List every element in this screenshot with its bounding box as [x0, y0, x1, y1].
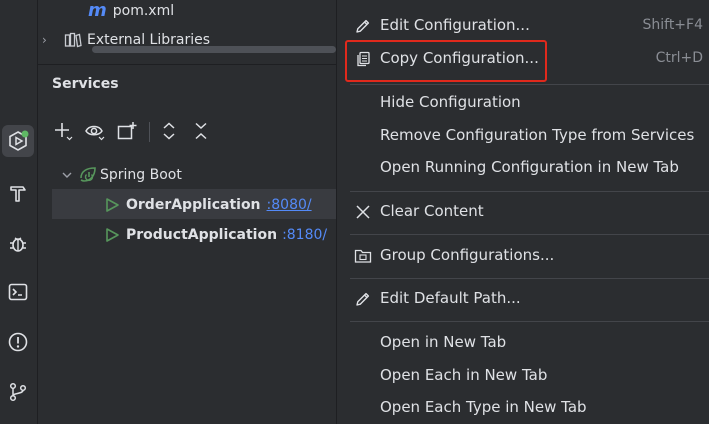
- order-application-name: OrderApplication: [126, 197, 261, 213]
- build-tool-button[interactable]: [2, 177, 34, 209]
- add-service-button[interactable]: [52, 120, 74, 142]
- bug-icon: [10, 237, 26, 252]
- menu-item-open-running-configuration[interactable]: Open Running Configuration in New Tab: [380, 158, 679, 176]
- panel-divider: [37, 64, 336, 65]
- tool-window-strip: [0, 0, 38, 424]
- running-badge-icon: [21, 130, 29, 138]
- chevron-down-icon: [56, 169, 78, 181]
- spring-boot-icon: [80, 167, 96, 182]
- services-panel-title: Services: [52, 76, 119, 92]
- tree-item-product-application[interactable]: ProductApplication :8180/: [104, 224, 327, 246]
- menu-item-open-each-in-new-tab[interactable]: Open Each in New Tab: [380, 366, 547, 384]
- expand-all-icon: [163, 122, 175, 140]
- pencil-icon: [353, 16, 373, 36]
- pom-file-label: pom.xml: [112, 3, 175, 19]
- pencil-icon: [353, 289, 373, 309]
- collapse-all-button[interactable]: [190, 120, 212, 142]
- tree-item-pom[interactable]: m pom.xml: [88, 0, 174, 22]
- tree-item-spring-boot[interactable]: Spring Boot: [56, 164, 182, 186]
- menu-item-edit-configuration[interactable]: Edit Configuration...: [380, 16, 530, 34]
- problems-tool-button[interactable]: [2, 326, 34, 358]
- menu-separator: [350, 321, 709, 322]
- debug-tool-button[interactable]: [2, 227, 34, 259]
- services-tool-button[interactable]: [2, 125, 34, 157]
- highlight-box: [345, 40, 547, 82]
- menu-item-open-in-new-tab[interactable]: Open in New Tab: [380, 333, 506, 351]
- menu-separator: [350, 84, 709, 85]
- new-group-button[interactable]: [116, 120, 138, 142]
- order-port-link[interactable]: :8080/: [267, 197, 312, 213]
- plus-icon: [55, 123, 73, 141]
- tree-item-order-application[interactable]: OrderApplication :8080/: [104, 194, 312, 216]
- maven-icon: m: [88, 0, 107, 21]
- expand-all-button[interactable]: [158, 120, 180, 142]
- view-options-button[interactable]: [84, 120, 106, 142]
- run-icon: [106, 198, 119, 212]
- add-group-icon: [117, 122, 137, 140]
- warning-circle-icon: [8, 332, 28, 352]
- close-icon: [353, 202, 373, 222]
- hammer-icon: [10, 186, 26, 202]
- shortcut-edit-configuration: Shift+F4: [642, 17, 703, 33]
- run-icon: [106, 228, 119, 242]
- group-folder-icon: [353, 246, 373, 266]
- menu-item-clear-content[interactable]: Clear Content: [380, 202, 484, 220]
- shortcut-copy-configuration: Ctrl+D: [655, 50, 703, 66]
- product-port-link[interactable]: :8180/: [282, 227, 327, 243]
- menu-separator: [350, 278, 709, 279]
- menu-item-remove-configuration-type[interactable]: Remove Configuration Type from Services: [380, 126, 694, 144]
- menu-item-group-configurations[interactable]: Group Configurations...: [380, 246, 554, 264]
- spring-boot-label: Spring Boot: [100, 167, 182, 183]
- menu-item-open-each-type-in-new-tab[interactable]: Open Each Type in New Tab: [380, 398, 587, 416]
- chevron-right-icon: ›: [42, 33, 47, 47]
- product-application-name: ProductApplication: [126, 227, 278, 243]
- git-tool-button[interactable]: [2, 376, 34, 408]
- library-icon: [64, 32, 82, 48]
- menu-separator: [350, 234, 709, 235]
- services-icon: [9, 130, 29, 151]
- terminal-icon: [8, 283, 28, 301]
- menu-item-hide-configuration[interactable]: Hide Configuration: [380, 93, 521, 111]
- toolbar-separator: [149, 122, 150, 142]
- collapse-all-icon: [195, 122, 207, 140]
- menu-item-edit-default-path[interactable]: Edit Default Path...: [380, 289, 521, 307]
- eye-icon: [85, 125, 105, 141]
- menu-separator: [350, 191, 709, 192]
- terminal-tool-button[interactable]: [2, 276, 34, 308]
- horizontal-scrollbar[interactable]: [92, 46, 336, 53]
- git-branch-icon: [9, 382, 27, 402]
